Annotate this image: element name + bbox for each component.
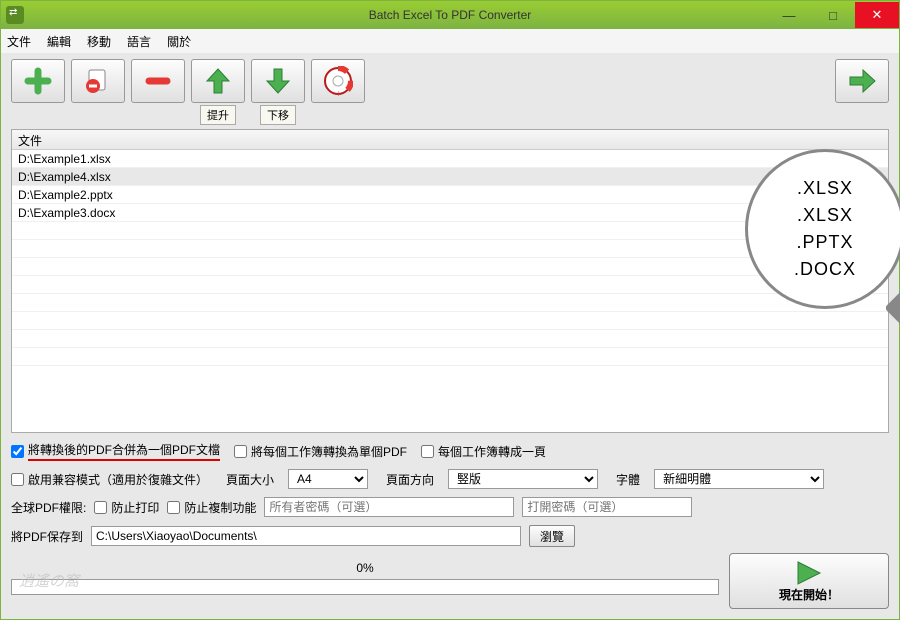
play-icon: [794, 560, 824, 586]
one-page-checkbox[interactable]: 每個工作簿轉成一頁: [421, 443, 546, 460]
page-minus-icon: [83, 68, 113, 94]
menu-edit[interactable]: 編輯: [47, 33, 71, 50]
options-row-2: 啟用兼容模式（適用於復雜文件） 頁面大小 A4 頁面方向 竪版 字體 新細明體: [11, 469, 889, 489]
compat-checkbox-input[interactable]: [11, 473, 24, 486]
no-print-checkbox-input[interactable]: [94, 501, 107, 514]
each-workbook-checkbox[interactable]: 將每個工作簿轉換為單個PDF: [234, 443, 407, 460]
minus-icon: [144, 67, 172, 95]
compat-label: 啟用兼容模式（適用於復雜文件）: [28, 471, 208, 488]
bottom-row: 0% 現在開始！: [11, 553, 889, 609]
start-button[interactable]: 現在開始！: [729, 553, 889, 609]
page-size-label: 頁面大小: [226, 471, 274, 488]
merge-checkbox[interactable]: 將轉換後的PDF合併為一個PDF文檔: [11, 441, 220, 461]
remove-button[interactable]: [131, 59, 185, 103]
app-window: Batch Excel To PDF Converter — □ ✕ 文件 編輯…: [0, 0, 900, 620]
compat-checkbox[interactable]: 啟用兼容模式（適用於復雜文件）: [11, 471, 208, 488]
lifebuoy-icon: [323, 66, 353, 96]
help-button[interactable]: [311, 59, 365, 103]
page-size-select[interactable]: A4: [288, 469, 368, 489]
arrow-down-icon: [265, 66, 291, 96]
arrow-up-icon: [205, 66, 231, 96]
one-page-checkbox-input[interactable]: [421, 445, 434, 458]
file-list[interactable]: 文件 D:\Example1.xlsx D:\Example4.xlsx D:\…: [11, 129, 889, 433]
list-item[interactable]: [12, 294, 888, 312]
permissions-row: 全球PDF權限: 防止打印 防止複制功能: [11, 497, 889, 517]
next-button[interactable]: [835, 59, 889, 103]
plus-icon: [24, 67, 52, 95]
save-path-input[interactable]: [91, 526, 521, 546]
remove-file-button[interactable]: [71, 59, 125, 103]
orientation-select[interactable]: 竪版: [448, 469, 598, 489]
list-item[interactable]: D:\Example4.xlsx: [12, 168, 888, 186]
each-workbook-checkbox-input[interactable]: [234, 445, 247, 458]
app-icon: [6, 6, 24, 24]
no-copy-label: 防止複制功能: [184, 499, 256, 516]
each-workbook-label: 將每個工作簿轉換為單個PDF: [251, 443, 407, 460]
one-page-label: 每個工作簿轉成一頁: [438, 443, 546, 460]
options-row-1: 將轉換後的PDF合併為一個PDF文檔 將每個工作簿轉換為單個PDF 每個工作簿轉…: [11, 441, 889, 461]
toolbar: 提升 下移: [11, 59, 889, 125]
list-header: 文件: [12, 130, 888, 150]
magnifier-ext: .PPTX: [796, 232, 853, 253]
content-area: 提升 下移 文件 D:\Example1.xls: [1, 53, 899, 619]
moveup-button[interactable]: [191, 59, 245, 103]
orientation-label: 頁面方向: [386, 471, 434, 488]
merge-checkbox-input[interactable]: [11, 445, 24, 458]
minimize-button[interactable]: —: [767, 2, 811, 28]
no-print-checkbox[interactable]: 防止打印: [94, 499, 159, 516]
magnifier-overlay: .XLSX .XLSX .PPTX .DOCX: [745, 149, 900, 309]
add-button[interactable]: [11, 59, 65, 103]
no-copy-checkbox-input[interactable]: [167, 501, 180, 514]
arrow-right-icon: [847, 68, 877, 94]
list-item[interactable]: D:\Example1.xlsx: [12, 150, 888, 168]
menu-file[interactable]: 文件: [7, 33, 31, 50]
list-item[interactable]: [12, 312, 888, 330]
font-label: 字體: [616, 471, 640, 488]
magnifier-ext: .XLSX: [797, 205, 853, 226]
save-label: 將PDF保存到: [11, 528, 83, 545]
progress-bar: [11, 579, 719, 595]
merge-label: 將轉換後的PDF合併為一個PDF文檔: [28, 441, 220, 461]
no-print-label: 防止打印: [111, 499, 159, 516]
menu-language[interactable]: 語言: [127, 33, 151, 50]
magnifier-ext: .DOCX: [794, 259, 856, 280]
maximize-button[interactable]: □: [811, 2, 855, 28]
open-password-input[interactable]: [522, 497, 692, 517]
moveup-label: 提升: [200, 105, 236, 125]
menu-move[interactable]: 移動: [87, 33, 111, 50]
magnifier-ext: .XLSX: [797, 178, 853, 199]
save-row: 將PDF保存到 瀏覽: [11, 525, 889, 547]
movedown-button[interactable]: [251, 59, 305, 103]
owner-password-input[interactable]: [264, 497, 514, 517]
perms-label: 全球PDF權限:: [11, 499, 86, 516]
progress-text: 0%: [11, 561, 719, 575]
list-item[interactable]: [12, 348, 888, 366]
list-item[interactable]: [12, 330, 888, 348]
titlebar: Batch Excel To PDF Converter — □ ✕: [1, 1, 899, 29]
menu-about[interactable]: 關於: [167, 33, 191, 50]
list-item[interactable]: [12, 276, 888, 294]
window-title: Batch Excel To PDF Converter: [369, 8, 532, 22]
close-button[interactable]: ✕: [855, 2, 899, 28]
font-select[interactable]: 新細明體: [654, 469, 824, 489]
browse-button[interactable]: 瀏覽: [529, 525, 575, 547]
movedown-label: 下移: [260, 105, 296, 125]
menubar: 文件 編輯 移動 語言 關於: [1, 29, 899, 53]
no-copy-checkbox[interactable]: 防止複制功能: [167, 499, 256, 516]
start-label: 現在開始！: [779, 586, 839, 603]
